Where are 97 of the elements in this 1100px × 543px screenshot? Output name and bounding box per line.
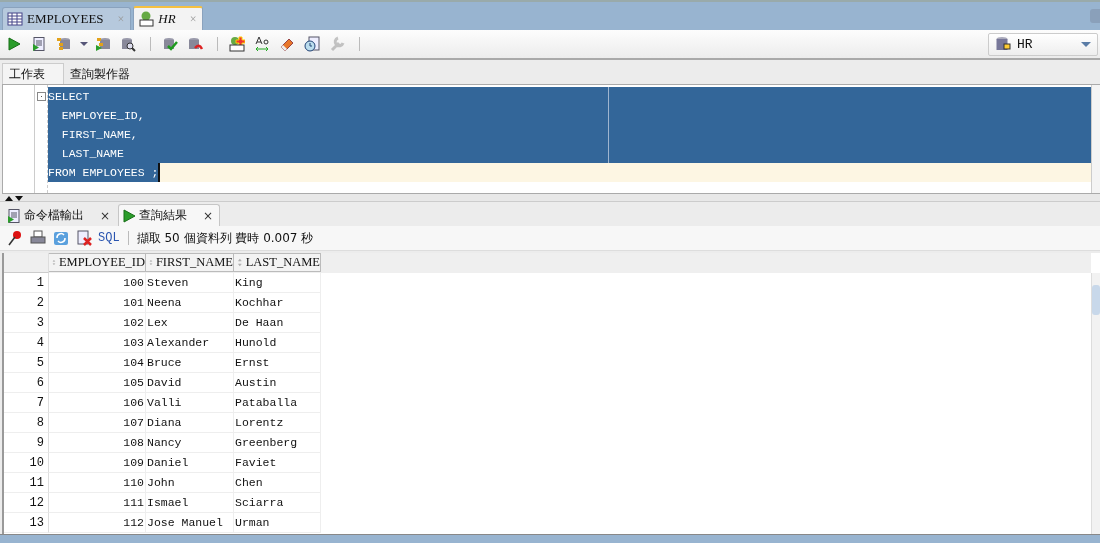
table-cell: Austin [234, 373, 321, 393]
code-line: SELECT [48, 89, 90, 105]
database-magnifier-icon[interactable] [120, 36, 136, 52]
table-cell: 103 [49, 333, 146, 353]
row-number: 8 [4, 413, 49, 433]
table-cell: Lorentz [234, 413, 321, 433]
table-cell: 109 [49, 453, 146, 473]
column-header[interactable]: LAST_NAME [234, 253, 321, 272]
column-header[interactable]: FIRST_NAME [146, 253, 234, 272]
connection-dropdown[interactable]: HR [988, 32, 1098, 56]
table-cell: De Haan [234, 313, 321, 333]
row-number: 2 [4, 293, 49, 313]
sql-database-icon[interactable] [229, 36, 245, 52]
printer-icon[interactable] [30, 230, 46, 246]
row-number: 1 [4, 273, 49, 293]
table-cell: Ismael [146, 493, 234, 513]
table-cell: Lex [146, 313, 234, 333]
clock-document-icon[interactable] [304, 36, 320, 52]
row-number: 4 [4, 333, 49, 353]
row-number: 12 [4, 493, 49, 513]
letter-case-icon[interactable] [254, 36, 270, 52]
document-tab[interactable]: HR × [133, 6, 204, 30]
row-number: 13 [4, 513, 49, 533]
eraser-icon[interactable] [279, 36, 295, 52]
table-cell: 106 [49, 393, 146, 413]
run-icon [121, 207, 138, 224]
table-cell: 105 [49, 373, 146, 393]
table-cell: 112 [49, 513, 146, 533]
table-cell: Bruce [146, 353, 234, 373]
table-cell: Faviet [234, 453, 321, 473]
code-line: FIRST_NAME, [60, 127, 138, 143]
editor-tab[interactable]: 查詢製作器 [64, 64, 136, 84]
table-cell: David [146, 373, 234, 393]
close-icon[interactable]: × [203, 208, 214, 223]
table-cell: King [234, 273, 321, 293]
status-text: 擷取 50 個資料列 費時 0.007 秒 [136, 229, 314, 247]
close-icon[interactable]: × [100, 208, 111, 223]
table-cell: 111 [49, 493, 146, 513]
row-number: 6 [4, 373, 49, 393]
editor-tab[interactable]: 工作表 [2, 63, 64, 84]
row-number: 11 [4, 473, 49, 493]
table-icon [7, 11, 23, 27]
table-cell: Ernst [234, 353, 321, 373]
table-cell: 107 [49, 413, 146, 433]
table-cell: Urman [234, 513, 321, 533]
table-cell: Jose Manuel [146, 513, 234, 533]
table-cell: 100 [49, 273, 146, 293]
script-icon [6, 207, 22, 224]
splitter-arrows-icon[interactable] [3, 194, 25, 201]
table-cell: Steven [146, 273, 234, 293]
tab-label: HR [158, 11, 176, 27]
row-number: 9 [4, 433, 49, 453]
table-cell: Daniel [146, 453, 234, 473]
code-line: LAST_NAME [60, 146, 124, 162]
database-check-icon[interactable] [162, 36, 178, 52]
vertical-scrollbar[interactable] [1091, 273, 1100, 534]
collapse-icon[interactable] [36, 92, 46, 101]
table-cell: 110 [49, 473, 146, 493]
output-tab[interactable]: 命令檔輸出 × [4, 205, 117, 226]
table-cell: Alexander [146, 333, 234, 353]
table-cell: Hunold [234, 333, 321, 353]
document-tab[interactable]: EMPLOYEES × [2, 7, 132, 30]
sql-database-icon [138, 11, 155, 27]
refresh-icon[interactable] [53, 230, 69, 246]
table-cell: Neena [146, 293, 234, 313]
sql-link[interactable]: SQL [98, 231, 120, 245]
table-cell: Nancy [146, 433, 234, 453]
database-tree-icon[interactable] [95, 36, 111, 52]
table-cell: Kochhar [234, 293, 321, 313]
row-number: 5 [4, 353, 49, 373]
database-tree-icon[interactable] [56, 36, 72, 52]
row-number: 7 [4, 393, 49, 413]
table-cell: John [146, 473, 234, 493]
tab-label: EMPLOYEES [27, 11, 104, 27]
text-cursor [158, 163, 161, 182]
vertical-scrollbar[interactable] [1091, 85, 1100, 193]
row-number: 3 [4, 313, 49, 333]
script-icon[interactable] [31, 36, 47, 52]
output-tab[interactable]: 查詢結果 × [118, 204, 221, 226]
database-undo-icon[interactable] [187, 36, 203, 52]
table-cell: Pataballa [234, 393, 321, 413]
row-number: 10 [4, 453, 49, 473]
table-cell: Sciarra [234, 493, 321, 513]
pin-icon[interactable] [7, 230, 23, 246]
table-cell: 102 [49, 313, 146, 333]
table-cell: 104 [49, 353, 146, 373]
document-delete-icon[interactable] [76, 230, 92, 246]
database-icon [995, 36, 1011, 52]
run-icon[interactable] [6, 36, 22, 52]
table-cell: 101 [49, 293, 146, 313]
code-line: EMPLOYEE_ID, [60, 108, 145, 124]
table-cell: Chen [234, 473, 321, 493]
table-cell: 108 [49, 433, 146, 453]
table-cell: Greenberg [234, 433, 321, 453]
table-cell: Diana [146, 413, 234, 433]
table-cell: Valli [146, 393, 234, 413]
column-header[interactable]: EMPLOYEE_ID [49, 253, 146, 272]
